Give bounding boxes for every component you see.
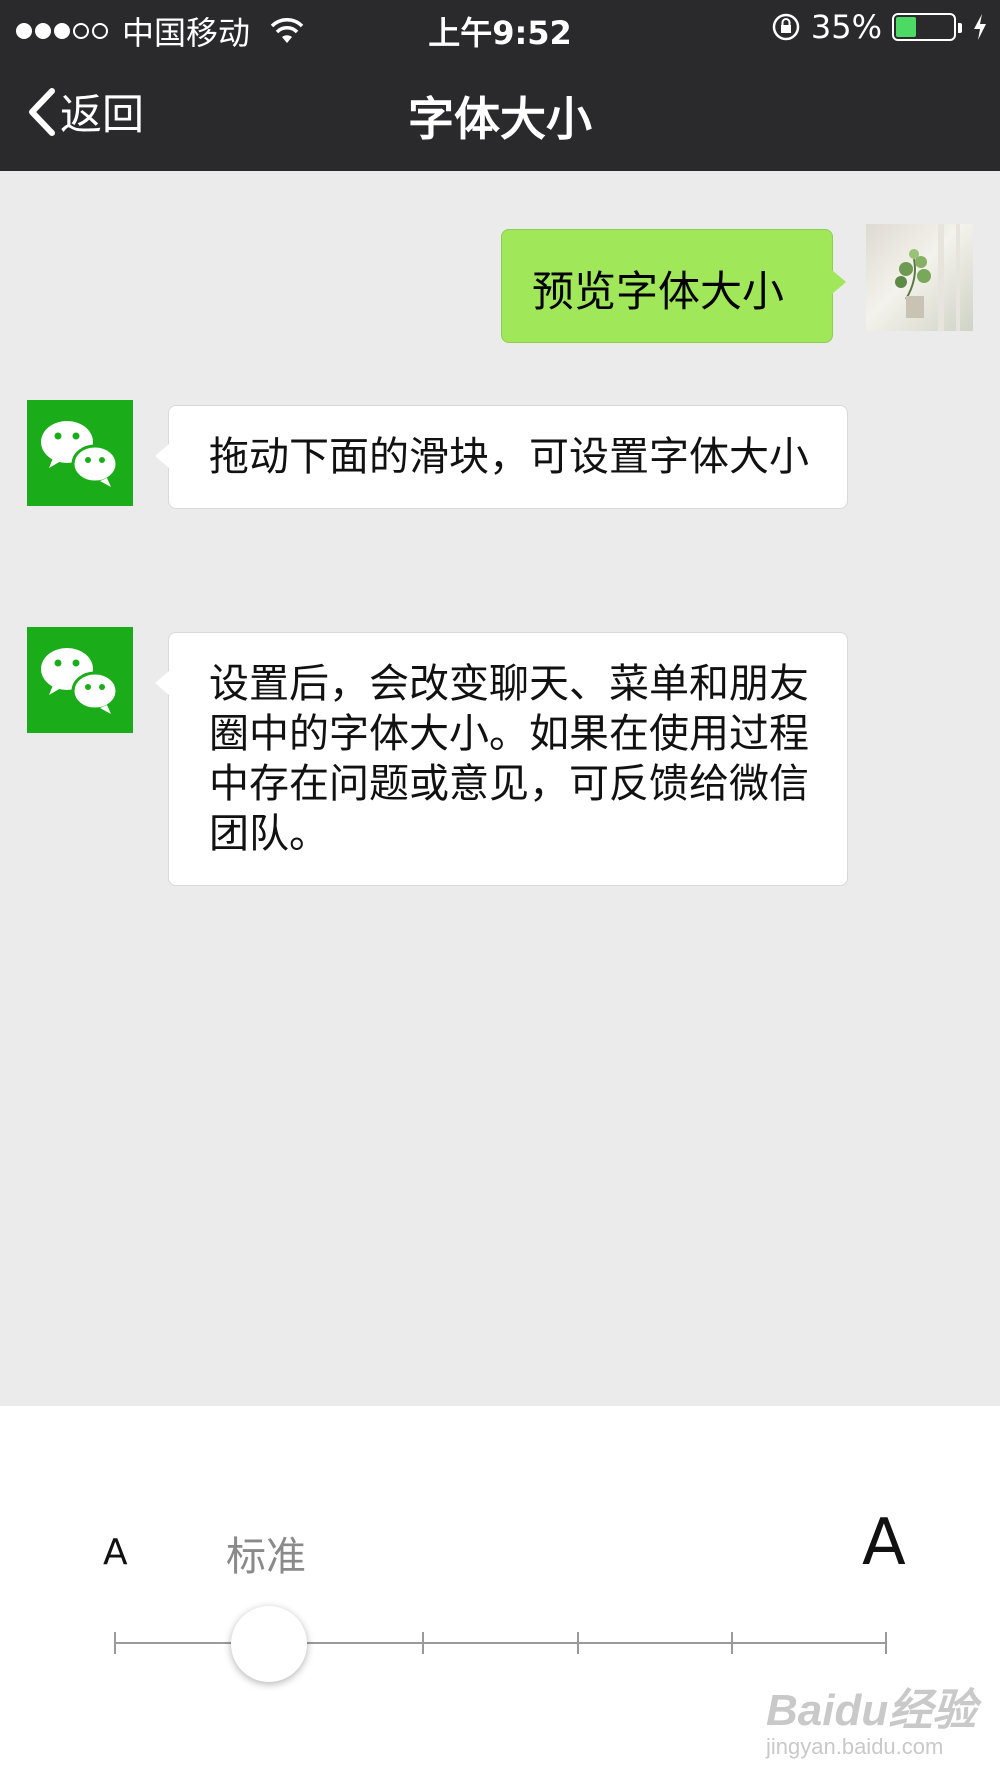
battery-icon [892, 13, 962, 41]
wechat-avatar[interactable] [27, 400, 133, 506]
slider-tick[interactable] [885, 1632, 887, 1654]
wechat-logo-icon [41, 421, 119, 487]
my-message-bubble: 预览字体大小 [501, 229, 846, 343]
large-font-label: A [862, 1506, 906, 1580]
wechat-avatar[interactable] [27, 627, 133, 733]
charging-icon [974, 14, 986, 40]
wechat-message-bubble: 拖动下面的滑块，可设置字体大小 [155, 405, 848, 509]
current-size-label: 标准 [226, 1534, 306, 1580]
plant-photo-icon [895, 224, 960, 331]
battery-fill [896, 17, 916, 37]
message-text: 拖动下面的滑块，可设置字体大小 [209, 434, 809, 480]
small-font-label: A [103, 1532, 128, 1573]
nav-bar: 返回 字体大小 [0, 55, 1000, 171]
user-avatar[interactable] [866, 224, 973, 331]
status-right: 35% [771, 8, 988, 46]
slider-tick[interactable] [422, 1632, 425, 1654]
battery-percent: 35% [810, 8, 882, 46]
status-bar: 中国移动 上午9:52 35% [0, 0, 1000, 55]
page-title: 字体大小 [408, 92, 592, 146]
chat-preview: 预览字体大小 拖动下面的滑块，可设置字体大小 设置后，会改变聊天、菜单和朋友圈中… [0, 171, 1000, 1406]
watermark-brand: Baidu经验 [766, 1686, 977, 1735]
wechat-message-bubble: 设置后，会改变聊天、菜单和朋友圈中的字体大小。如果在使用过程中存在问题或意见，可… [155, 632, 848, 886]
slider-tick[interactable] [114, 1632, 116, 1654]
rotation-lock-icon [772, 13, 800, 41]
font-size-panel: A 标准 A Baidu经验 jingyan.baidu.com [0, 1406, 1000, 1779]
baidu-watermark: Baidu经验 jingyan.baidu.com [766, 1674, 976, 1760]
wechat-logo-icon [41, 648, 119, 714]
message-text: 设置后，会改变聊天、菜单和朋友圈中的字体大小。如果在使用过程中存在问题或意见，可… [209, 661, 809, 857]
message-text: 预览字体大小 [532, 267, 785, 316]
slider-tick[interactable] [730, 1632, 733, 1654]
slider-tick[interactable] [576, 1632, 579, 1654]
slider-knob[interactable] [231, 1606, 308, 1682]
